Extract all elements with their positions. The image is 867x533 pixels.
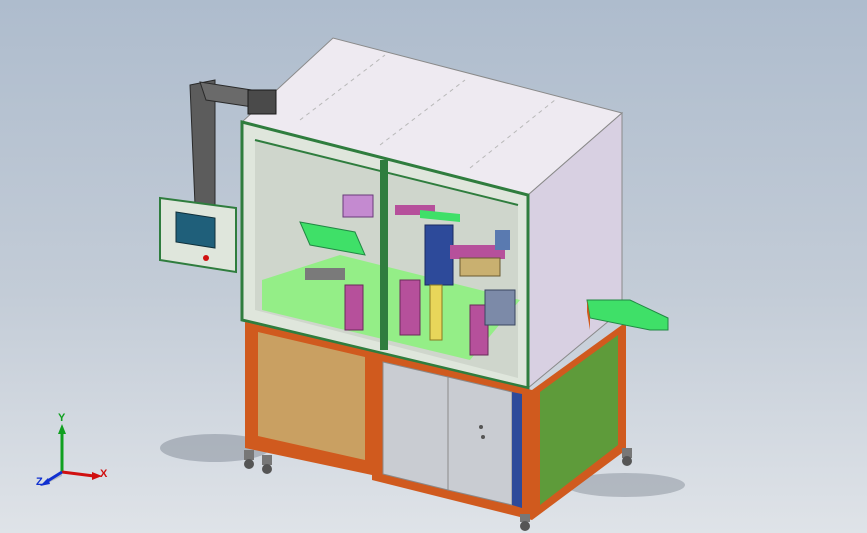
coordinate-triad: Y X Z (34, 412, 114, 498)
triad-graphic (40, 424, 102, 486)
center-post (380, 160, 388, 350)
pink-column-left (399, 279, 421, 336)
caster-front-right (520, 514, 530, 531)
hmi-estop[interactable] (203, 255, 209, 261)
door-right[interactable] (447, 376, 513, 506)
hmi-arm-mount (247, 89, 277, 115)
blue-actuator (424, 224, 454, 286)
x-axis-label: X (100, 468, 108, 480)
pink-column-center (344, 284, 364, 331)
door-left[interactable] (382, 361, 449, 491)
right-mechanism (484, 289, 516, 326)
x-axis-line (61, 470, 95, 478)
yellow-post (429, 284, 443, 341)
caster-front-left (244, 450, 254, 469)
top-mechanism-left (342, 194, 374, 218)
right-top-block (495, 230, 510, 250)
door-edge-strip (512, 392, 522, 508)
caster-front-mid (262, 455, 272, 474)
y-axis-arrow (58, 424, 66, 434)
yellow-rail (459, 257, 501, 277)
door-lock[interactable] (479, 425, 483, 429)
caster-back-right (622, 448, 632, 466)
y-axis-label: Y (58, 412, 66, 424)
door-lock-2 (481, 435, 485, 439)
machine-model[interactable] (0, 0, 867, 533)
hmi-screen[interactable] (175, 211, 216, 249)
cad-viewport[interactable]: Y X Z (0, 0, 867, 533)
grey-fixture (305, 268, 345, 280)
z-axis-label: Z (36, 476, 43, 488)
